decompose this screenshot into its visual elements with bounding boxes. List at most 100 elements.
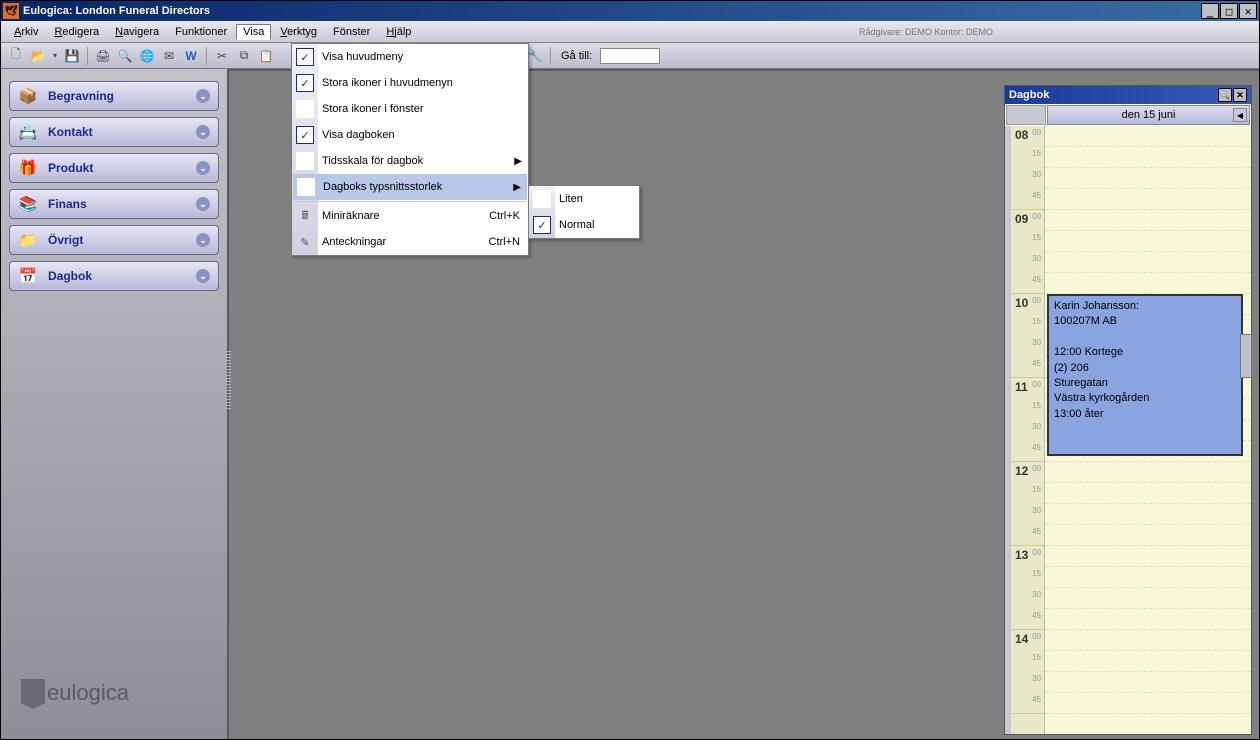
timeslot[interactable] <box>1045 252 1251 273</box>
timeslot[interactable] <box>1045 189 1251 210</box>
menuitem-label: Stora ikoner i huvudmenyn <box>322 77 453 89</box>
nav-produkt[interactable]: 🎁Produkt⌄ <box>9 153 219 183</box>
globe-icon[interactable]: 🌐 <box>138 47 156 65</box>
cut-icon[interactable]: ✂ <box>213 47 231 65</box>
dagbok-date-left-icon[interactable]: ◀ <box>1233 108 1247 122</box>
timeslot[interactable] <box>1045 630 1251 651</box>
chevron-down-icon: ⌄ <box>196 89 210 103</box>
maximize-button[interactable]: □ <box>1220 3 1238 19</box>
dagbok-title-label: Dagbok <box>1009 89 1049 101</box>
timeslot[interactable] <box>1045 273 1251 294</box>
sidebar: 📦Begravning⌄ 📇Kontakt⌄ 🎁Produkt⌄ 📚 Finans ⌄ 📁Ö… <box>1 69 227 739</box>
minimize-button[interactable]: _ <box>1201 3 1219 19</box>
menuitem-dagboks-typsnittsstorlek[interactable]: Dagboks typsnittsstorlek▶ <box>293 174 527 200</box>
splitter-dots[interactable] <box>227 351 231 411</box>
nav-kontakt[interactable]: 📇Kontakt⌄ <box>9 117 219 147</box>
goto-input[interactable] <box>600 48 660 64</box>
menuitem-label: Dagboks typsnittsstorlek <box>323 181 442 193</box>
dagbok-scrollbar[interactable] <box>1240 334 1252 378</box>
dagbok-date-header[interactable]: den 15 juni ◀ <box>1047 105 1250 125</box>
nav-övrigt[interactable]: 📁Övrigt⌄ <box>9 225 219 255</box>
dagbok-close-icon[interactable]: ✕ <box>1233 88 1247 102</box>
timeslot[interactable] <box>1045 567 1251 588</box>
hour-14: 1400153045 <box>1011 630 1044 714</box>
timeslot[interactable] <box>1045 462 1251 483</box>
menuitem-label: Stora ikoner i fönster <box>322 103 424 115</box>
submenuitem-liten[interactable]: Liten <box>529 186 639 212</box>
timeslot[interactable] <box>1045 147 1251 168</box>
menuitem-miniräknare[interactable]: 🖩MiniräknareCtrl+K <box>292 203 528 229</box>
hour-13: 1300153045 <box>1011 546 1044 630</box>
submenuitem-label: Liten <box>559 193 583 205</box>
paste-icon[interactable]: 📋 <box>257 47 275 65</box>
menu-visa[interactable]: Visa <box>236 24 271 40</box>
timeslot[interactable] <box>1045 693 1251 714</box>
menuitem-label: Tidsskala för dagbok <box>322 155 423 167</box>
menuitem-anteckningar[interactable]: ✎AnteckningarCtrl+N <box>292 229 528 255</box>
finans-icon: 📚 <box>18 194 38 214</box>
timeslot[interactable] <box>1045 651 1251 672</box>
timeslot[interactable] <box>1045 126 1251 147</box>
timeslot[interactable] <box>1045 168 1251 189</box>
nav-begravning[interactable]: 📦Begravning⌄ <box>9 81 219 111</box>
submenuitem-normal[interactable]: ✓Normal <box>529 212 639 238</box>
timeslot[interactable] <box>1045 210 1251 231</box>
chevron-down-icon: ⌄ <box>196 269 210 283</box>
menu-hjälp[interactable]: Hjälp <box>379 24 418 40</box>
check-icon: ✓ <box>296 126 314 144</box>
menuitem-label: Visa huvudmeny <box>322 51 403 63</box>
workspace: 📦Begravning⌄ 📇Kontakt⌄ 🎁Produkt⌄ 📚 Finans ⌄ 📁Ö… <box>1 69 1259 739</box>
copy-icon[interactable]: ⧉ <box>235 47 253 65</box>
calendar-event[interactable]: Karin Johansson:100207M AB 12:00 Kortege… <box>1047 294 1243 456</box>
timeslot[interactable] <box>1045 504 1251 525</box>
check-icon: ✓ <box>296 48 314 66</box>
timeslot[interactable] <box>1045 609 1251 630</box>
menu-navigera[interactable]: Navigera <box>108 24 166 40</box>
timeslot[interactable] <box>1045 525 1251 546</box>
mail-icon[interactable]: ✉ <box>160 47 178 65</box>
menu-verktyg[interactable]: Verktyg <box>273 24 324 40</box>
nav-dagbok[interactable]: 📅Dagbok⌄ <box>9 261 219 291</box>
new-icon[interactable]: 🗋 <box>7 47 25 65</box>
print-icon[interactable]: 🖨 <box>94 47 112 65</box>
dagbok-panel: Dagbok 🔍 ✕ den 15 juni ◀ 080015304509001… <box>1004 85 1252 735</box>
nav-label: Finans <box>48 197 87 211</box>
hour-10: 1000153045 <box>1011 294 1044 378</box>
separator <box>550 47 551 65</box>
menuitem-label: Visa dagboken <box>322 129 395 141</box>
menu-funktioner[interactable]: Funktioner <box>168 24 234 40</box>
nav-label: Dagbok <box>48 269 92 283</box>
separator <box>206 47 207 65</box>
dropdown-icon[interactable]: ▾ <box>51 47 59 65</box>
menu-redigera[interactable]: Redigera <box>47 24 106 40</box>
word-icon[interactable]: W <box>182 47 200 65</box>
timeslot[interactable] <box>1045 231 1251 252</box>
menuitem-visa-huvudmeny[interactable]: ✓ Visa huvudmeny <box>292 44 528 70</box>
menuitem-stora-ikoner-i-huvudmenyn[interactable]: ✓Stora ikoner i huvudmenyn <box>292 70 528 96</box>
close-button[interactable]: ✕ <box>1239 3 1257 19</box>
chevron-down-icon: ⌄ <box>196 125 210 139</box>
chevron-down-icon: ⌄ <box>196 197 210 211</box>
goto-label: Gå till: <box>561 50 592 62</box>
dagbok-search-icon[interactable]: 🔍 <box>1218 88 1232 102</box>
menuitem-label: Anteckningar <box>322 236 386 248</box>
shortcut-label: Ctrl+N <box>489 236 520 248</box>
timeslot[interactable] <box>1045 672 1251 693</box>
open-icon[interactable]: 📂 <box>29 47 47 65</box>
menuitem-stora-ikoner-i-fönster[interactable]: Stora ikoner i fönster <box>292 96 528 122</box>
preview-icon[interactable]: 🔍 <box>116 47 134 65</box>
menu-fönster[interactable]: Fönster <box>326 24 377 40</box>
timeslot[interactable] <box>1045 546 1251 567</box>
menuitem-tidsskala-för-dagbok[interactable]: Tidsskala för dagbok▶ <box>292 148 528 174</box>
chevron-down-icon: ⌄ <box>196 161 210 175</box>
timeslot[interactable] <box>1045 588 1251 609</box>
kontakt-icon: 📇 <box>18 122 38 142</box>
hour-12: 1200153045 <box>1011 462 1044 546</box>
menuitem-visa-dagboken[interactable]: ✓ Visa dagboken <box>292 122 528 148</box>
save-icon[interactable]: 💾 <box>63 47 81 65</box>
hour-09: 0900153045 <box>1011 210 1044 294</box>
nav-finans[interactable]: 📚 Finans ⌄ <box>9 189 219 219</box>
menu-arkiv[interactable]: Arkiv <box>7 24 45 40</box>
toolbar: 🗋 📂 ▾ 💾 🖨 🔍 🌐 ✉ W ✂ ⧉ 📋 🔧 Gå till: <box>1 43 1259 69</box>
timeslot[interactable] <box>1045 483 1251 504</box>
